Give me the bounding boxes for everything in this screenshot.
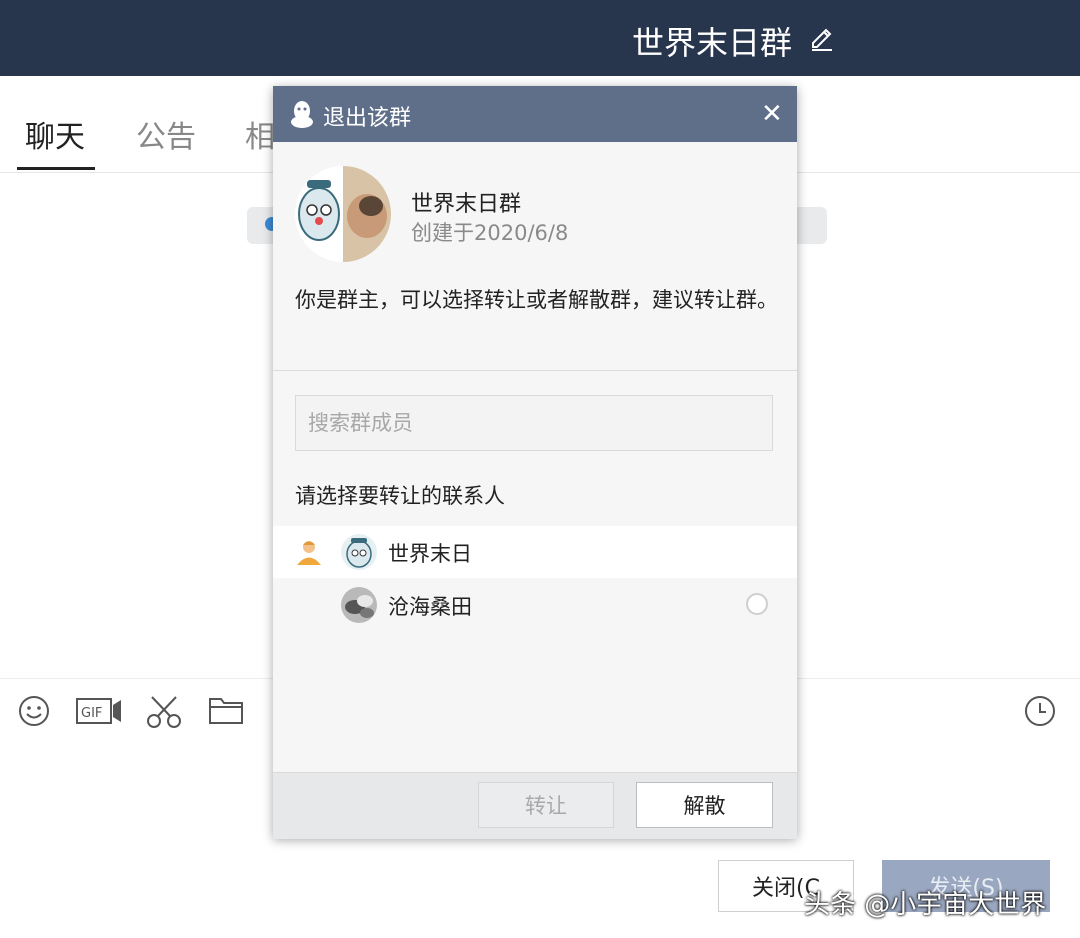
member-row[interactable]: 世界末日 [273,526,797,578]
active-tab-indicator [17,167,95,170]
window-title: 世界末日群 [632,24,793,62]
dissolve-button[interactable]: 解散 [636,782,773,828]
scissors-icon[interactable] [146,695,182,733]
folder-icon[interactable] [208,695,244,729]
member-avatar [341,534,377,570]
choose-contact-label: 请选择要转让的联系人 [295,484,505,508]
edit-icon[interactable] [808,25,836,57]
qq-penguin-icon [289,99,315,133]
owner-description: 你是群主，可以选择转让或者解散群，建议转让群。 [295,288,778,312]
transfer-button[interactable]: 转让 [478,782,614,828]
tab-album[interactable]: 相 [245,112,275,156]
tab-chat[interactable]: 聊天 [25,112,85,156]
group-created-date: 创建于2020/6/8 [411,221,569,245]
owner-icon [295,538,323,570]
gif-icon[interactable]: GIF [76,695,122,731]
close-icon[interactable]: ✕ [761,100,783,128]
watermark: 头条 @小宇宙大世界 [804,890,1047,920]
member-row[interactable]: 沧海桑田 [273,579,797,631]
search-members-input[interactable] [295,395,773,451]
dialog-title: 退出该群 [323,106,412,131]
member-name: 世界末日 [388,542,472,566]
quit-group-dialog: 退出该群 ✕ 世界末日群 创建于2020/6/8 你是群主，可以选择转让或者解散… [273,86,797,839]
title-bar: 世界末日群 [0,0,1080,76]
group-avatar [295,166,391,262]
smile-icon[interactable] [18,695,50,731]
dialog-header: 退出该群 ✕ [273,86,797,142]
select-radio[interactable] [746,593,768,615]
member-name: 沧海桑田 [388,595,472,619]
tab-announcement[interactable]: 公告 [136,112,196,156]
member-avatar [341,587,377,623]
dialog-footer: 转让 解散 [273,772,797,839]
group-name: 世界末日群 [411,192,522,217]
svg-text:GIF: GIF [81,706,102,721]
clock-icon[interactable] [1024,695,1056,731]
divider [273,370,797,371]
